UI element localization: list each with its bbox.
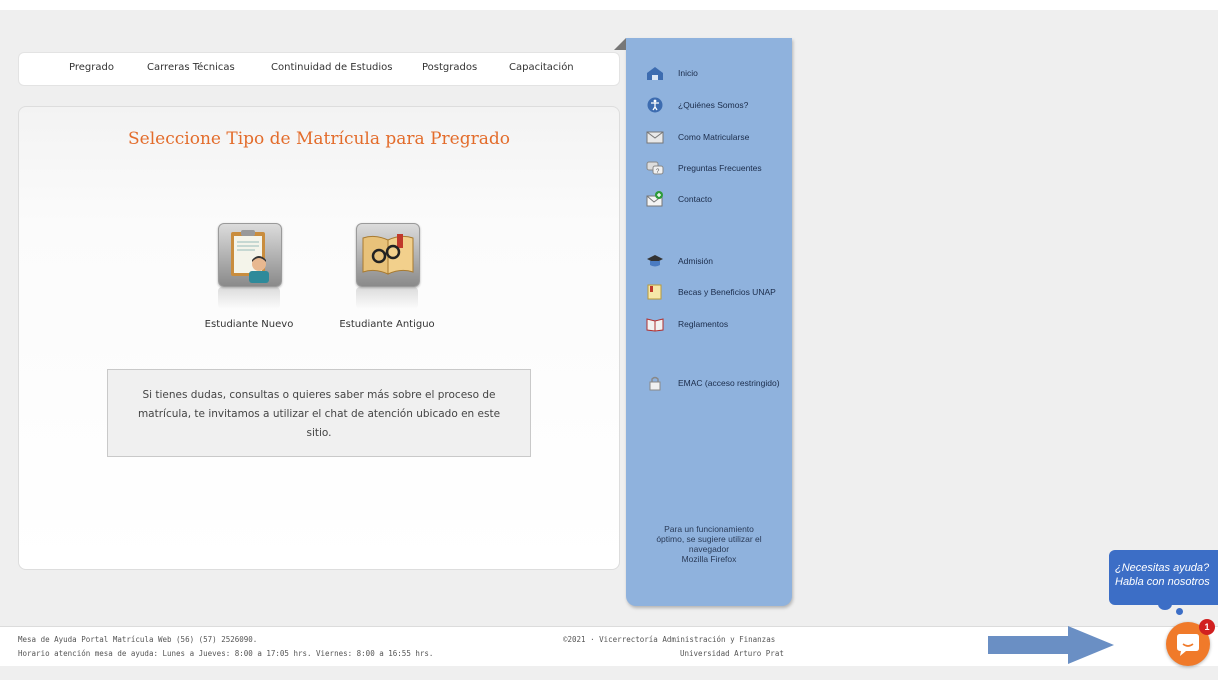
nav-continuidad-estudios[interactable]: Continuidad de Estudios [271,62,393,73]
book-glasses-icon[interactable] [356,223,420,287]
nav-pregrado[interactable]: Pregrado [69,62,114,73]
browser-recommendation: Para un funcionamiento óptimo, se sugier… [634,524,784,564]
sidebar-item-label: Como Matricularse [678,132,750,142]
chat-bubble-tail [1158,598,1172,610]
bottom-band [0,666,1218,680]
chat-invite-bubble[interactable]: ¿Necesitas ayuda? Habla con nosotros [1109,550,1218,605]
sidebar-item-label: Reglamentos [678,319,729,329]
sidebar-item-label: Becas y Beneficios UNAP [678,287,776,297]
browser-note-line: Mozilla Firefox [681,554,737,564]
copyright: ©2021 · Vicerrectoría Administración y F… [563,635,776,644]
university-name: Universidad Arturo Prat [680,649,784,658]
open-book-icon [646,318,664,332]
envelope-icon [646,131,664,144]
chat-invite-line1: ¿Necesitas ayuda? [1115,562,1210,574]
main-card: Seleccione Tipo de Matrícula para Pregra… [18,106,620,570]
sidebar-item-label: EMAC (acceso restringido) [678,378,780,388]
icon-reflection [218,287,280,309]
nav-postgrados[interactable]: Postgrados [422,62,477,73]
sidebar-fold [614,38,626,50]
sidebar-item-label: Admisión [678,256,713,266]
arrow-right-icon [988,626,1114,664]
new-student-label[interactable]: Estudiante Nuevo [184,319,314,330]
icon-reflection [356,287,418,309]
help-info-text: Si tienes dudas, consultas o quieres sab… [137,389,501,439]
browser-note-line: Para un funcionamiento [664,524,754,534]
chat-invite-line2: Habla con nosotros [1115,576,1210,588]
certificate-icon [647,284,662,300]
help-info-box: Si tienes dudas, consultas o quieres sab… [107,369,531,457]
chat-unread-badge: 1 [1199,619,1215,635]
nav-carreras-tecnicas[interactable]: Carreras Técnicas [147,62,235,73]
sidebar: Inicio ¿Quiénes Somos? Como Matricularse… [614,38,792,606]
mail-add-icon [646,191,663,207]
nav-capacitacion[interactable]: Capacitación [509,62,574,73]
clipboard-student-icon[interactable] [218,223,282,287]
page-title: Seleccione Tipo de Matrícula para Pregra… [128,129,510,149]
browser-note-line: óptimo, se sugiere utilizar el [656,534,762,544]
browser-note-line: navegador [688,544,730,554]
sidebar-item-label: Preguntas Frecuentes [678,163,762,173]
home-icon [647,67,663,80]
graduation-icon [647,255,663,267]
top-band [0,0,1218,10]
accessibility-icon [647,97,663,113]
top-nav: Pregrado Carreras Técnicas Continuidad d… [18,52,620,86]
sidebar-item-label: Contacto [678,194,713,204]
chat-question-icon: ? [646,161,664,175]
sidebar-item-label: Inicio [678,68,698,78]
help-desk-phone: Mesa de Ayuda Portal Matrícula Web (56) … [18,635,258,644]
lock-icon [649,376,661,391]
sidebar-item-label: ¿Quiénes Somos? [678,100,749,110]
help-desk-hours: Horario atención mesa de ayuda: Lunes a … [18,649,434,658]
returning-student-label[interactable]: Estudiante Antiguo [322,319,452,330]
chat-bubble-tail-dot [1176,608,1183,615]
